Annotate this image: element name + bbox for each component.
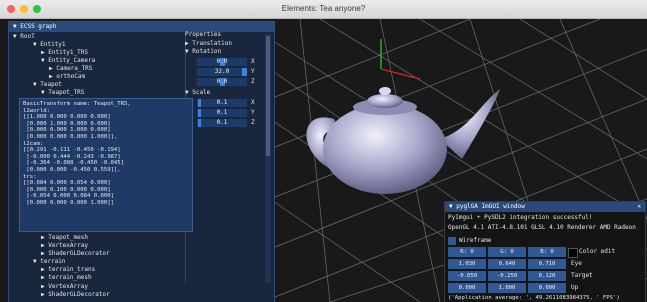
- translation-label: Translation: [192, 40, 232, 47]
- zoom-window-button[interactable]: [33, 5, 41, 13]
- tree-item-shaderdecorator[interactable]: ▶ ShaderGLDecorator: [41, 250, 110, 258]
- scrollbar-thumb[interactable]: [266, 36, 270, 156]
- tree-item-label: VertexArray: [48, 283, 88, 290]
- tree-item-camera-trs[interactable]: ▶ Camera_TRS: [49, 65, 92, 73]
- ecss-graph-title: ECSS graph: [20, 23, 57, 30]
- color-edit-label: Color edit: [579, 248, 616, 255]
- wireframe-label: Wireframe: [459, 237, 492, 244]
- rotation-x-label: X: [251, 58, 255, 65]
- rotation-y-label: Y: [251, 68, 255, 75]
- scale-y-value: 0.1: [216, 109, 228, 116]
- window-titlebar: Elements: Tea anyone?: [0, 0, 647, 19]
- window-controls: [7, 5, 41, 13]
- up-x-input[interactable]: 0.000: [448, 283, 486, 293]
- tree-item-label: Teapot: [40, 81, 62, 88]
- rotation-section[interactable]: ▼ Rotation: [185, 48, 221, 56]
- tree-item-terrain-mesh[interactable]: ▶ terrain_mesh: [41, 274, 92, 282]
- imgui-window: ▼ pyglGA ImGUI window ✕ PyImgui + PySDL2…: [444, 201, 646, 302]
- scale-y-label: Y: [251, 109, 255, 116]
- target-label: Target: [571, 272, 593, 279]
- eye-label: Eye: [571, 260, 582, 267]
- tree-item-label: Teapot_TRS: [48, 89, 85, 96]
- translation-section[interactable]: ▶ Translation: [185, 40, 232, 48]
- tree-item-label: Entity1: [40, 41, 66, 48]
- tree-item-label: Camera_TRS: [56, 65, 93, 72]
- tree-item-orthocam[interactable]: ▶ orthoCam: [49, 73, 85, 81]
- tree-item-label: Entity_Camera: [48, 57, 96, 64]
- tree-item-label: terrain_mesh: [48, 274, 92, 281]
- tree-item-label: Entity1_TRS: [48, 49, 88, 56]
- eye-y-input[interactable]: 0.640: [488, 259, 526, 269]
- rotation-z-label: Z: [251, 78, 255, 85]
- tree-root-label: RooT: [20, 33, 35, 40]
- color-g-input[interactable]: G: 0: [488, 247, 526, 257]
- tree-item-terrain-trans[interactable]: ▶ terrain_trans: [41, 266, 95, 274]
- wireframe-checkbox[interactable]: [448, 237, 456, 245]
- scale-z-label: Z: [251, 119, 255, 126]
- scale-z-value: 0.1: [216, 119, 228, 126]
- tree-item-label: ShaderGLDecorator: [48, 291, 110, 298]
- tree-item-vertexarray[interactable]: ▶ VertexArray: [41, 242, 88, 250]
- up-label: Up: [571, 284, 579, 291]
- rotation-z-value: 0.0: [216, 78, 228, 85]
- scrollbar-track[interactable]: [265, 34, 271, 284]
- tree-item-entity1-trs[interactable]: ▶ Entity1_TRS: [41, 49, 88, 57]
- close-window-button[interactable]: [7, 5, 15, 13]
- tree-item-entity1[interactable]: ▼ Entity1: [33, 41, 66, 49]
- tree-item-label: Teapot_mesh: [48, 234, 88, 241]
- rotation-y-value: 32.0: [214, 68, 230, 75]
- tree-item-teapot-trs[interactable]: ▼ Teapot_TRS: [41, 89, 84, 97]
- properties-title: Properties: [185, 31, 222, 38]
- color-r-input[interactable]: R: 0: [448, 247, 486, 257]
- scale-x-label: X: [251, 99, 255, 106]
- tree-item-entity-camera[interactable]: ▼ Entity_Camera: [41, 57, 95, 65]
- opengl-info-text: OpenGL 4.1 ATI-4.8.101 GLSL 4.10 Rendere…: [448, 224, 636, 231]
- tree-item-label: orthoCam: [56, 73, 86, 80]
- eye-z-input[interactable]: 0.710: [528, 259, 566, 269]
- tree-item-vertexarray-2[interactable]: ▶ VertexArray: [41, 283, 88, 291]
- transform-info-box: BasicTransform name: Teapot_TRS, l2world…: [19, 98, 193, 232]
- target-y-input[interactable]: -0.250: [488, 271, 526, 281]
- rotation-label: Rotation: [192, 48, 222, 55]
- tree-item-label: terrain: [40, 258, 66, 265]
- integration-status-text: PyImgui + PySDL2 integration successful!: [448, 214, 593, 221]
- color-b-input[interactable]: B: 0: [528, 247, 566, 257]
- minimize-window-button[interactable]: [20, 5, 28, 13]
- tree-item-label: ShaderGLDecorator: [48, 250, 110, 257]
- imgui-window-header[interactable]: ▼ pyglGA ImGUI window ✕: [445, 202, 645, 212]
- up-y-input[interactable]: 1.000: [488, 283, 526, 293]
- target-z-input[interactable]: 0.120: [528, 271, 566, 281]
- scale-section[interactable]: ▼ Scale: [185, 89, 210, 97]
- properties-panel: Properties ▶ Translation ▼ Rotation 0.0 …: [185, 31, 265, 151]
- tree-root[interactable]: ▼ RooT: [13, 33, 35, 41]
- scale-x-value: 0.1: [216, 99, 228, 106]
- window-title: Elements: Tea anyone?: [281, 4, 366, 13]
- tree-item-teapot[interactable]: ▼ Teapot: [33, 81, 62, 89]
- color-swatch[interactable]: [568, 248, 578, 258]
- up-z-input[interactable]: 0.000: [528, 283, 566, 293]
- target-x-input[interactable]: -0.050: [448, 271, 486, 281]
- tree-item-shaderdecorator-2[interactable]: ▶ ShaderGLDecorator: [41, 291, 110, 299]
- ecss-graph-panel-bottom: ▶ VertexArray ▶ ShaderGLDecorator: [8, 283, 275, 302]
- close-icon[interactable]: ✕: [637, 202, 641, 212]
- scale-label: Scale: [192, 89, 211, 96]
- tree-item-label: terrain_trans: [48, 266, 96, 273]
- eye-x-input[interactable]: 1.030: [448, 259, 486, 269]
- viewport-3d[interactable]: ▼ ECSS graph ▼ RooT ▼ Entity1 ▶ Entity1_…: [0, 19, 647, 302]
- rotation-x-value: 0.0: [216, 58, 228, 65]
- tree-item-teapot-mesh[interactable]: ▶ Teapot_mesh: [41, 234, 88, 242]
- tree-item-terrain[interactable]: ▼ terrain: [33, 258, 66, 266]
- fps-text: ('Application average: ', 49.26110839843…: [448, 295, 620, 301]
- tree-item-label: VertexArray: [48, 242, 88, 249]
- imgui-window-title: pyglGA ImGUI window: [456, 203, 525, 210]
